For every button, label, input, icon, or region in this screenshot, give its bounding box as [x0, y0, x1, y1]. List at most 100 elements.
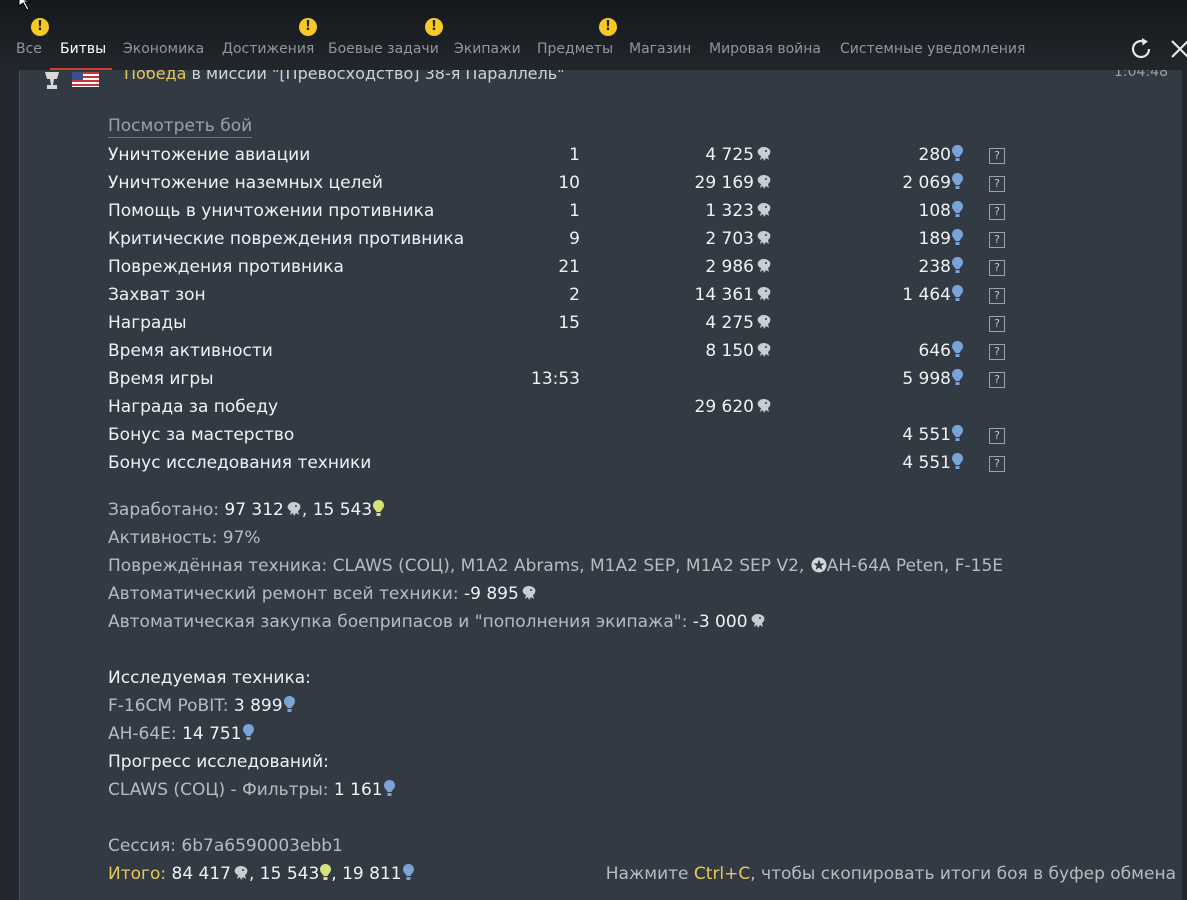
reward-row-research: 2 069	[902, 172, 963, 196]
lion-icon	[755, 286, 772, 308]
research-points-icon	[402, 864, 414, 887]
reward-row-count: 9	[569, 229, 580, 249]
tab-battle-tasks[interactable]: Боевые задачи	[328, 36, 439, 62]
tab-world-war[interactable]: Мировая война	[709, 36, 821, 62]
reward-row-lions: 1 323	[705, 200, 772, 224]
reward-row-research: 280	[919, 144, 963, 168]
research-points-icon	[952, 285, 963, 308]
battle-duration: 1:04:48	[1114, 70, 1168, 80]
copy-hint: Нажмите Ctrl+C, чтобы скопировать итоги …	[605, 864, 1176, 884]
tab-economy[interactable]: Экономика	[123, 36, 204, 62]
research-points-icon	[952, 369, 963, 392]
research-points-icon	[952, 201, 963, 224]
help-icon[interactable]: ?	[989, 344, 1005, 360]
research-title: Исследуемая техника:	[108, 668, 311, 688]
research-item: AH-64E: 14 751	[108, 723, 254, 747]
damaged-vehicles-line: Повреждённая техника: CLAWS (СОЦ), M1A2 …	[108, 556, 1004, 576]
lion-icon	[755, 174, 772, 196]
reward-row-research: 646	[919, 340, 963, 364]
reward-row-label: Помощь в уничтожении противника	[108, 201, 435, 221]
reward-row-lions: 8 150	[705, 340, 772, 364]
lion-icon	[749, 613, 766, 635]
reward-row-label: Захват зон	[108, 285, 206, 305]
mouse-cursor-icon	[18, 0, 32, 11]
research-points-icon	[952, 145, 963, 168]
battle-header: Победа в миссии "[Превосходство] 38-я Па…	[20, 70, 1182, 90]
battle-title: Победа в миссии "[Превосходство] 38-я Па…	[124, 70, 565, 83]
trophy-icon	[45, 72, 59, 89]
research-progress-title: Прогресс исследований:	[108, 752, 329, 772]
earned-line: Заработано: 97 312, 15 543	[108, 499, 385, 523]
lion-icon	[755, 258, 772, 280]
help-icon[interactable]: ?	[989, 148, 1005, 164]
reward-row-count: 1	[569, 201, 580, 221]
lion-icon	[285, 501, 302, 523]
research-points-icon	[242, 724, 254, 747]
close-icon[interactable]	[1170, 36, 1187, 62]
activity-line: Активность: 97%	[108, 528, 261, 548]
reward-row-label: Повреждения противника	[108, 257, 344, 277]
reward-row-count: 13:53	[531, 369, 580, 389]
research-points-icon	[952, 229, 963, 252]
help-icon[interactable]: ?	[989, 288, 1005, 304]
reward-row-lions: 2 703	[705, 228, 772, 252]
auto-ammo-line: Автоматическая закупка боеприпасов и "по…	[108, 611, 766, 635]
warning-badge-icon: !	[425, 18, 443, 36]
reward-row-lions: 29 620	[695, 396, 772, 420]
help-icon[interactable]: ?	[989, 316, 1005, 332]
research-points-icon	[383, 780, 395, 803]
lion-icon	[520, 585, 537, 607]
lion-icon	[755, 342, 772, 364]
lion-icon	[755, 398, 772, 420]
tab-system-notifications[interactable]: Системные уведомления	[840, 36, 1025, 62]
research-points-icon	[952, 341, 963, 364]
help-icon[interactable]: ?	[989, 232, 1005, 248]
free-research-points-icon	[373, 500, 385, 523]
help-icon[interactable]: ?	[989, 204, 1005, 220]
total-line: Итого: 84 417, 15 543, 19 811	[108, 863, 414, 887]
reward-row-count: 10	[558, 173, 580, 193]
watch-replay-link[interactable]: Посмотреть бой	[108, 115, 253, 138]
lion-icon	[755, 314, 772, 336]
reward-row-research: 5 998	[902, 368, 963, 392]
warning-badge-icon: !	[31, 18, 49, 36]
reward-row-label: Время активности	[108, 341, 273, 361]
reward-row-lions: 2 986	[705, 256, 772, 280]
help-icon[interactable]: ?	[989, 456, 1005, 472]
research-points-icon	[283, 696, 295, 719]
session-id: Сессия: 6b7a6590003ebb1	[108, 836, 343, 856]
reward-row-count: 2	[569, 285, 580, 305]
reward-row-lions: 14 361	[695, 284, 772, 308]
tab-shop[interactable]: Магазин	[629, 36, 691, 62]
tab-battles[interactable]: Битвы	[60, 36, 106, 62]
reward-row-count: 21	[558, 257, 580, 277]
help-icon[interactable]: ?	[989, 260, 1005, 276]
reward-row-label: Бонус исследования техники	[108, 453, 372, 473]
premium-star-icon	[811, 557, 827, 573]
warning-badge-icon: !	[599, 18, 617, 36]
reward-row-label: Награда за победу	[108, 397, 279, 417]
reward-row-research: 1 464	[902, 284, 963, 308]
reward-row-research: 108	[919, 200, 963, 224]
refresh-icon[interactable]	[1130, 36, 1154, 62]
tab-crews[interactable]: Экипажи	[454, 36, 521, 62]
reward-row-label: Уничтожение авиации	[108, 145, 311, 165]
reward-row-research: 238	[919, 256, 963, 280]
usa-flag-icon	[72, 72, 99, 87]
research-points-icon	[952, 453, 963, 476]
tab-all[interactable]: Все	[16, 36, 42, 62]
lion-icon	[232, 865, 249, 887]
help-icon[interactable]: ?	[989, 428, 1005, 444]
reward-row-lions: 4 275	[705, 312, 772, 336]
help-icon[interactable]: ?	[989, 372, 1005, 388]
lion-icon	[755, 202, 772, 224]
research-progress-item: CLAWS (СОЦ) - Фильтры: 1 161	[108, 779, 395, 803]
reward-row-label: Критические повреждения противника	[108, 229, 465, 249]
reward-row-label: Бонус за мастерство	[108, 425, 295, 445]
research-points-icon	[952, 425, 963, 448]
auto-repair-line: Автоматический ремонт всей техники: -9 8…	[108, 583, 537, 607]
tab-items[interactable]: Предметы	[537, 36, 613, 62]
help-icon[interactable]: ?	[989, 176, 1005, 192]
tab-achievements[interactable]: Достижения	[222, 36, 314, 62]
lion-icon	[755, 146, 772, 168]
